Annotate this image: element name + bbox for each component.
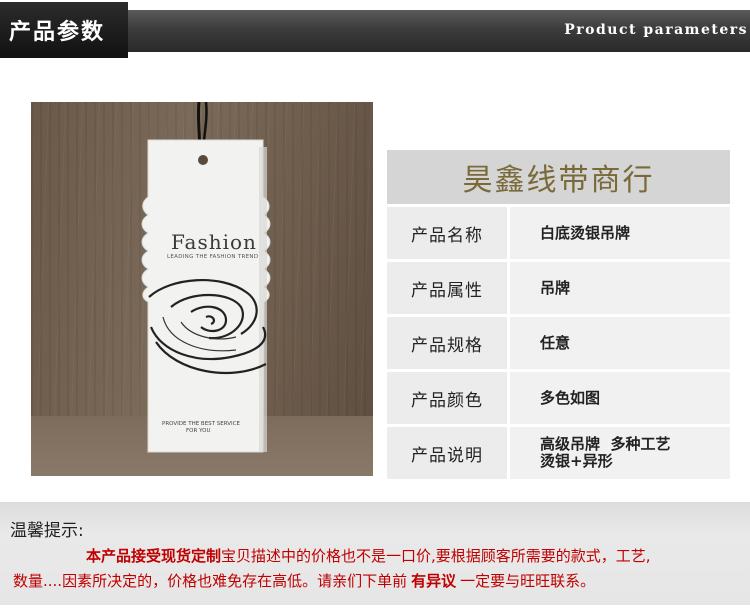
row-value-line2: 烫银+异形 (540, 452, 613, 470)
hang-tag-illustration (141, 102, 271, 453)
row-label: 产品属性 (387, 262, 507, 314)
tag-footer-line1: PROVIDE THE BEST SERVICE (162, 421, 240, 427)
row-label: 产品说明 (387, 427, 507, 479)
notice-line-1: 本产品接受现货定制宝贝描述中的价格也不是一口价,要根据顾客所需要的款式，工艺, (86, 545, 651, 566)
table-row: 产品说明 高级吊牌 多种工艺 烫银+异形 (387, 427, 730, 479)
row-value: 吊牌 (510, 262, 730, 314)
notice-text: 宝贝描述中的价格也不是一口价,要根据顾客所需要的款式，工艺, (221, 547, 651, 565)
table-row: 产品颜色 多色如图 (387, 372, 730, 424)
table-row: 产品名称 白底烫银吊牌 (387, 207, 730, 259)
banner-title-cn: 产品参数 (9, 20, 106, 45)
section-header-banner: 产品参数 Product parameters (0, 0, 750, 62)
row-value: 任意 (510, 317, 730, 369)
notice-emphasis: 本产品接受现货定制 (86, 547, 222, 565)
shop-name: 昊鑫线带商行 (387, 150, 730, 204)
row-label: 产品颜色 (387, 372, 507, 424)
table-row: 产品属性 吊牌 (387, 262, 730, 314)
tag-brand: Fashion (171, 230, 257, 254)
tag-footer-line2: FOR YOU (186, 428, 211, 434)
notice-box: 温馨提示: 本产品接受现货定制宝贝描述中的价格也不是一口价,要根据顾客所需要的款… (0, 502, 750, 605)
row-value-line1: 高级吊牌 多种工艺 (540, 435, 671, 453)
notice-title: 温馨提示: (10, 521, 84, 541)
params-table: 昊鑫线带商行 产品名称 白底烫银吊牌 产品属性 吊牌 产品规格 任意 产品颜色 … (387, 150, 730, 479)
tag-tagline: LEADING THE FASHION TREND (167, 254, 259, 260)
row-label: 产品名称 (387, 207, 507, 259)
row-value: 白底烫银吊牌 (510, 207, 730, 259)
product-photo: Fashion LEADING THE FASHION TREND PROVID… (31, 102, 373, 476)
banner-title-en: Product parameters (564, 22, 748, 38)
row-label: 产品规格 (387, 317, 507, 369)
notice-emphasis: 有异议 (411, 572, 457, 590)
notice-text: 一定要与旺旺联系。 (460, 572, 596, 590)
row-value: 高级吊牌 多种工艺 烫银+异形 (510, 427, 730, 479)
notice-line-2: 数量....因素所决定的，价格也难免存在高低。请亲们下单前 有异议 一定要与旺旺联系… (13, 570, 595, 591)
table-row: 产品规格 任意 (387, 317, 730, 369)
notice-text: 数量....因素所决定的，价格也难免存在高低。请亲们下单前 (13, 572, 408, 590)
row-value: 多色如图 (510, 372, 730, 424)
